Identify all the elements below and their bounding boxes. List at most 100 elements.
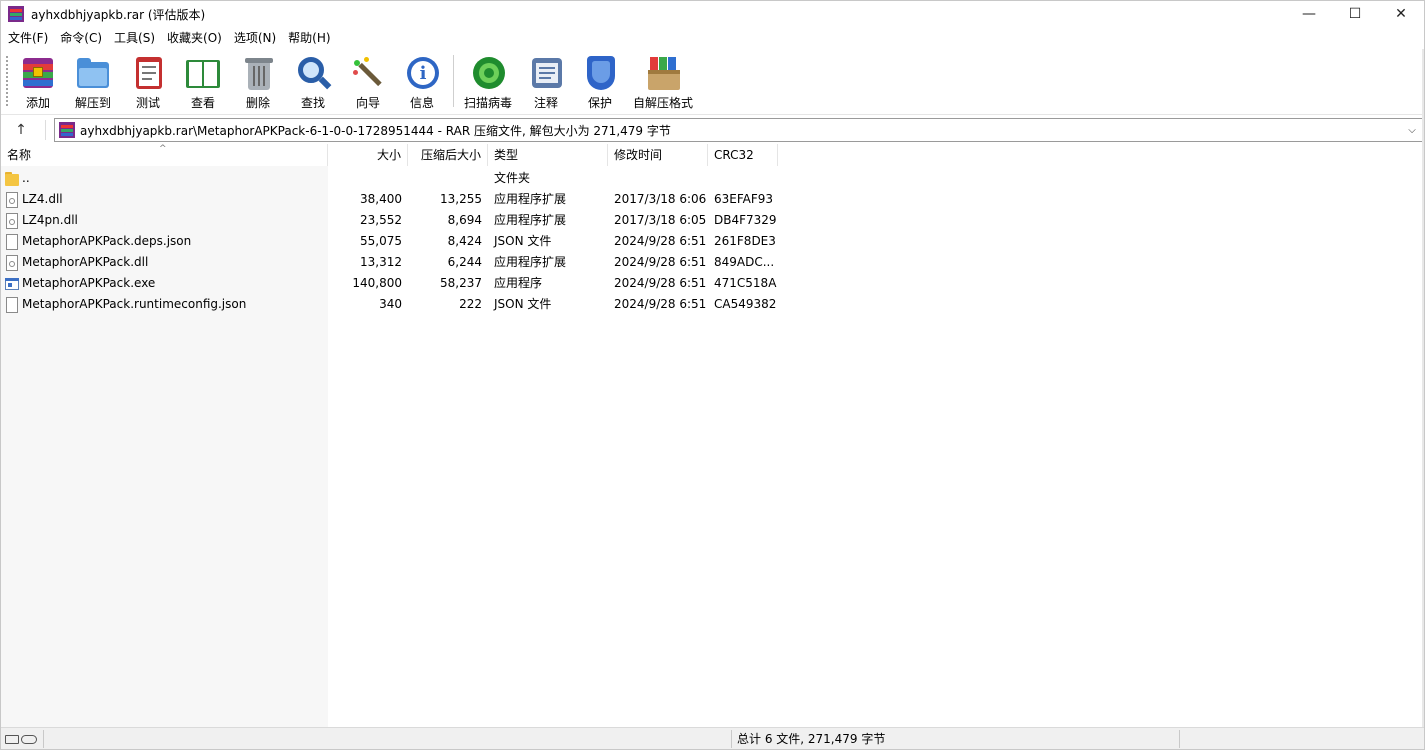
- file-size: 340: [379, 297, 402, 311]
- column-header-size[interactable]: 大小: [328, 144, 408, 166]
- file-name: MetaphorAPKPack.dll: [22, 255, 149, 269]
- protect-button[interactable]: 保护: [581, 51, 619, 111]
- key-icon[interactable]: [21, 734, 37, 744]
- file-modified: 2024/9/28 6:51: [614, 255, 707, 269]
- test-label: 测试: [135, 96, 160, 110]
- table-row[interactable]: LZ4.dll 38,400 13,255 应用程序扩展 2017/3/18 6…: [1, 189, 1424, 210]
- file-size: 13,312: [360, 255, 402, 269]
- column-header-crc32[interactable]: CRC32: [708, 144, 778, 166]
- find-button[interactable]: 查找: [293, 51, 333, 111]
- file-packed-size: 58,237: [440, 276, 482, 290]
- status-divider: [731, 730, 732, 748]
- file-crc32: 849ADC...: [714, 255, 775, 269]
- minimize-button[interactable]: —: [1286, 1, 1332, 27]
- address-row: ↑ ayhxdbhjyapkb.rar\MetaphorAPKPack-6-1-…: [1, 116, 1424, 144]
- file-size: 55,075: [360, 234, 402, 248]
- column-header-modified[interactable]: 修改时间: [608, 144, 708, 166]
- shield-icon: [582, 54, 618, 91]
- add-button[interactable]: 添加: [19, 51, 57, 111]
- menu-options[interactable]: 选项(N): [228, 28, 282, 48]
- sfx-button[interactable]: 自解压格式: [632, 51, 694, 111]
- file-packed-size: 13,255: [440, 192, 482, 206]
- toolbar: 添加 解压到 测试 查看 删除 查找 向导 i 信息 扫描病毒 注释 保护 自解…: [1, 49, 1424, 115]
- winrar-app-icon: [8, 6, 24, 22]
- status-summary: 总计 6 文件, 271,479 字节: [737, 732, 886, 746]
- wizard-label: 向导: [355, 96, 380, 110]
- view-book-icon: [185, 54, 221, 91]
- up-one-level-button[interactable]: ↑: [9, 119, 33, 141]
- arrow-up-icon: ↑: [15, 122, 27, 138]
- file-crc32: 471C518A: [714, 276, 777, 290]
- menu-bar: 文件(F) 命令(C) 工具(S) 收藏夹(O) 选项(N) 帮助(H): [1, 27, 1424, 49]
- file-size: 38,400: [360, 192, 402, 206]
- file-list: 名称 ^ 大小 压缩后大小 类型 修改时间 CRC32 .. 文件夹 LZ4.d…: [1, 144, 1424, 727]
- table-row[interactable]: LZ4pn.dll 23,552 8,694 应用程序扩展 2017/3/18 …: [1, 210, 1424, 231]
- maximize-button[interactable]: ☐: [1332, 1, 1378, 27]
- window-controls: — ☐ ✕: [1286, 1, 1424, 27]
- address-combobox[interactable]: ayhxdbhjyapkb.rar\MetaphorAPKPack-6-1-0-…: [54, 118, 1423, 142]
- file-crc32: CA549382: [714, 297, 777, 311]
- file-rows: .. 文件夹 LZ4.dll 38,400 13,255 应用程序扩展 2017…: [1, 168, 1424, 315]
- file-modified: 2024/9/28 6:51: [614, 276, 707, 290]
- file-packed-size: 8,694: [447, 213, 482, 227]
- table-row[interactable]: MetaphorAPKPack.exe 140,800 58,237 应用程序 …: [1, 273, 1424, 294]
- info-icon: i: [404, 54, 440, 91]
- file-type: 应用程序: [494, 276, 543, 290]
- extract-folder-icon: [75, 54, 111, 91]
- file-crc32: 261F8DE3: [714, 234, 776, 248]
- drive-icon[interactable]: [5, 734, 19, 744]
- toolbar-separator: [453, 55, 454, 107]
- magnifier-icon: [295, 54, 332, 91]
- chevron-down-icon[interactable]: ⌵: [1404, 121, 1420, 139]
- table-row[interactable]: MetaphorAPKPack.runtimeconfig.json 340 2…: [1, 294, 1424, 315]
- list-header: 名称 ^ 大小 压缩后大小 类型 修改时间 CRC32: [1, 144, 1424, 166]
- file-packed-size: 8,424: [447, 234, 482, 248]
- file-modified: [608, 168, 708, 189]
- comment-label: 注释: [533, 96, 558, 110]
- winrar-window: ayhxdbhjyapkb.rar (评估版本) — ☐ ✕ 文件(F) 命令(…: [0, 0, 1425, 750]
- dll-file-icon: [5, 212, 19, 229]
- table-row[interactable]: MetaphorAPKPack.dll 13,312 6,244 应用程序扩展 …: [1, 252, 1424, 273]
- exe-file-icon: [5, 276, 19, 292]
- menu-favorites[interactable]: 收藏夹(O): [161, 28, 228, 48]
- file-crc32: 63EFAF93: [714, 192, 774, 206]
- menu-commands[interactable]: 命令(C): [54, 28, 108, 48]
- virus-scan-icon: [470, 54, 506, 91]
- json-file-icon: [5, 296, 19, 313]
- extract-to-button[interactable]: 解压到: [73, 51, 113, 111]
- view-button[interactable]: 查看: [183, 51, 223, 111]
- add-label: 添加: [25, 96, 50, 110]
- close-button[interactable]: ✕: [1378, 1, 1424, 27]
- file-crc32: [708, 168, 778, 189]
- table-row[interactable]: MetaphorAPKPack.deps.json 55,075 8,424 J…: [1, 231, 1424, 252]
- file-packed-size: 222: [459, 297, 482, 311]
- address-path: ayhxdbhjyapkb.rar\MetaphorAPKPack-6-1-0-…: [80, 123, 671, 138]
- delete-button[interactable]: 删除: [239, 51, 277, 111]
- file-size: [328, 168, 408, 189]
- trash-icon: [240, 54, 276, 91]
- file-modified: 2017/3/18 6:06: [614, 192, 707, 206]
- menu-tools[interactable]: 工具(S): [108, 28, 161, 48]
- column-header-name[interactable]: 名称 ^: [1, 144, 328, 166]
- scan-virus-button[interactable]: 扫描病毒: [463, 51, 513, 111]
- info-button[interactable]: i 信息: [403, 51, 441, 111]
- status-divider: [43, 730, 44, 748]
- status-bar: 总计 6 文件, 271,479 字节: [1, 727, 1424, 749]
- dll-file-icon: [5, 254, 19, 271]
- column-header-packed[interactable]: 压缩后大小: [408, 144, 488, 166]
- file-name: MetaphorAPKPack.exe: [22, 276, 156, 290]
- comment-button[interactable]: 注释: [527, 51, 565, 111]
- column-header-type[interactable]: 类型: [488, 144, 608, 166]
- menu-file[interactable]: 文件(F): [2, 28, 54, 48]
- file-packed-size: 6,244: [447, 255, 482, 269]
- table-row[interactable]: .. 文件夹: [1, 168, 1424, 189]
- add-archive-icon: [20, 54, 56, 91]
- toolbar-grip[interactable]: [5, 55, 9, 107]
- test-clipboard-icon: [130, 54, 166, 91]
- test-button[interactable]: 测试: [129, 51, 167, 111]
- wizard-button[interactable]: 向导: [349, 51, 387, 111]
- file-name: MetaphorAPKPack.runtimeconfig.json: [22, 297, 247, 311]
- file-packed-size: [408, 168, 488, 189]
- menu-help[interactable]: 帮助(H): [282, 28, 336, 48]
- extract-to-label: 解压到: [74, 96, 111, 110]
